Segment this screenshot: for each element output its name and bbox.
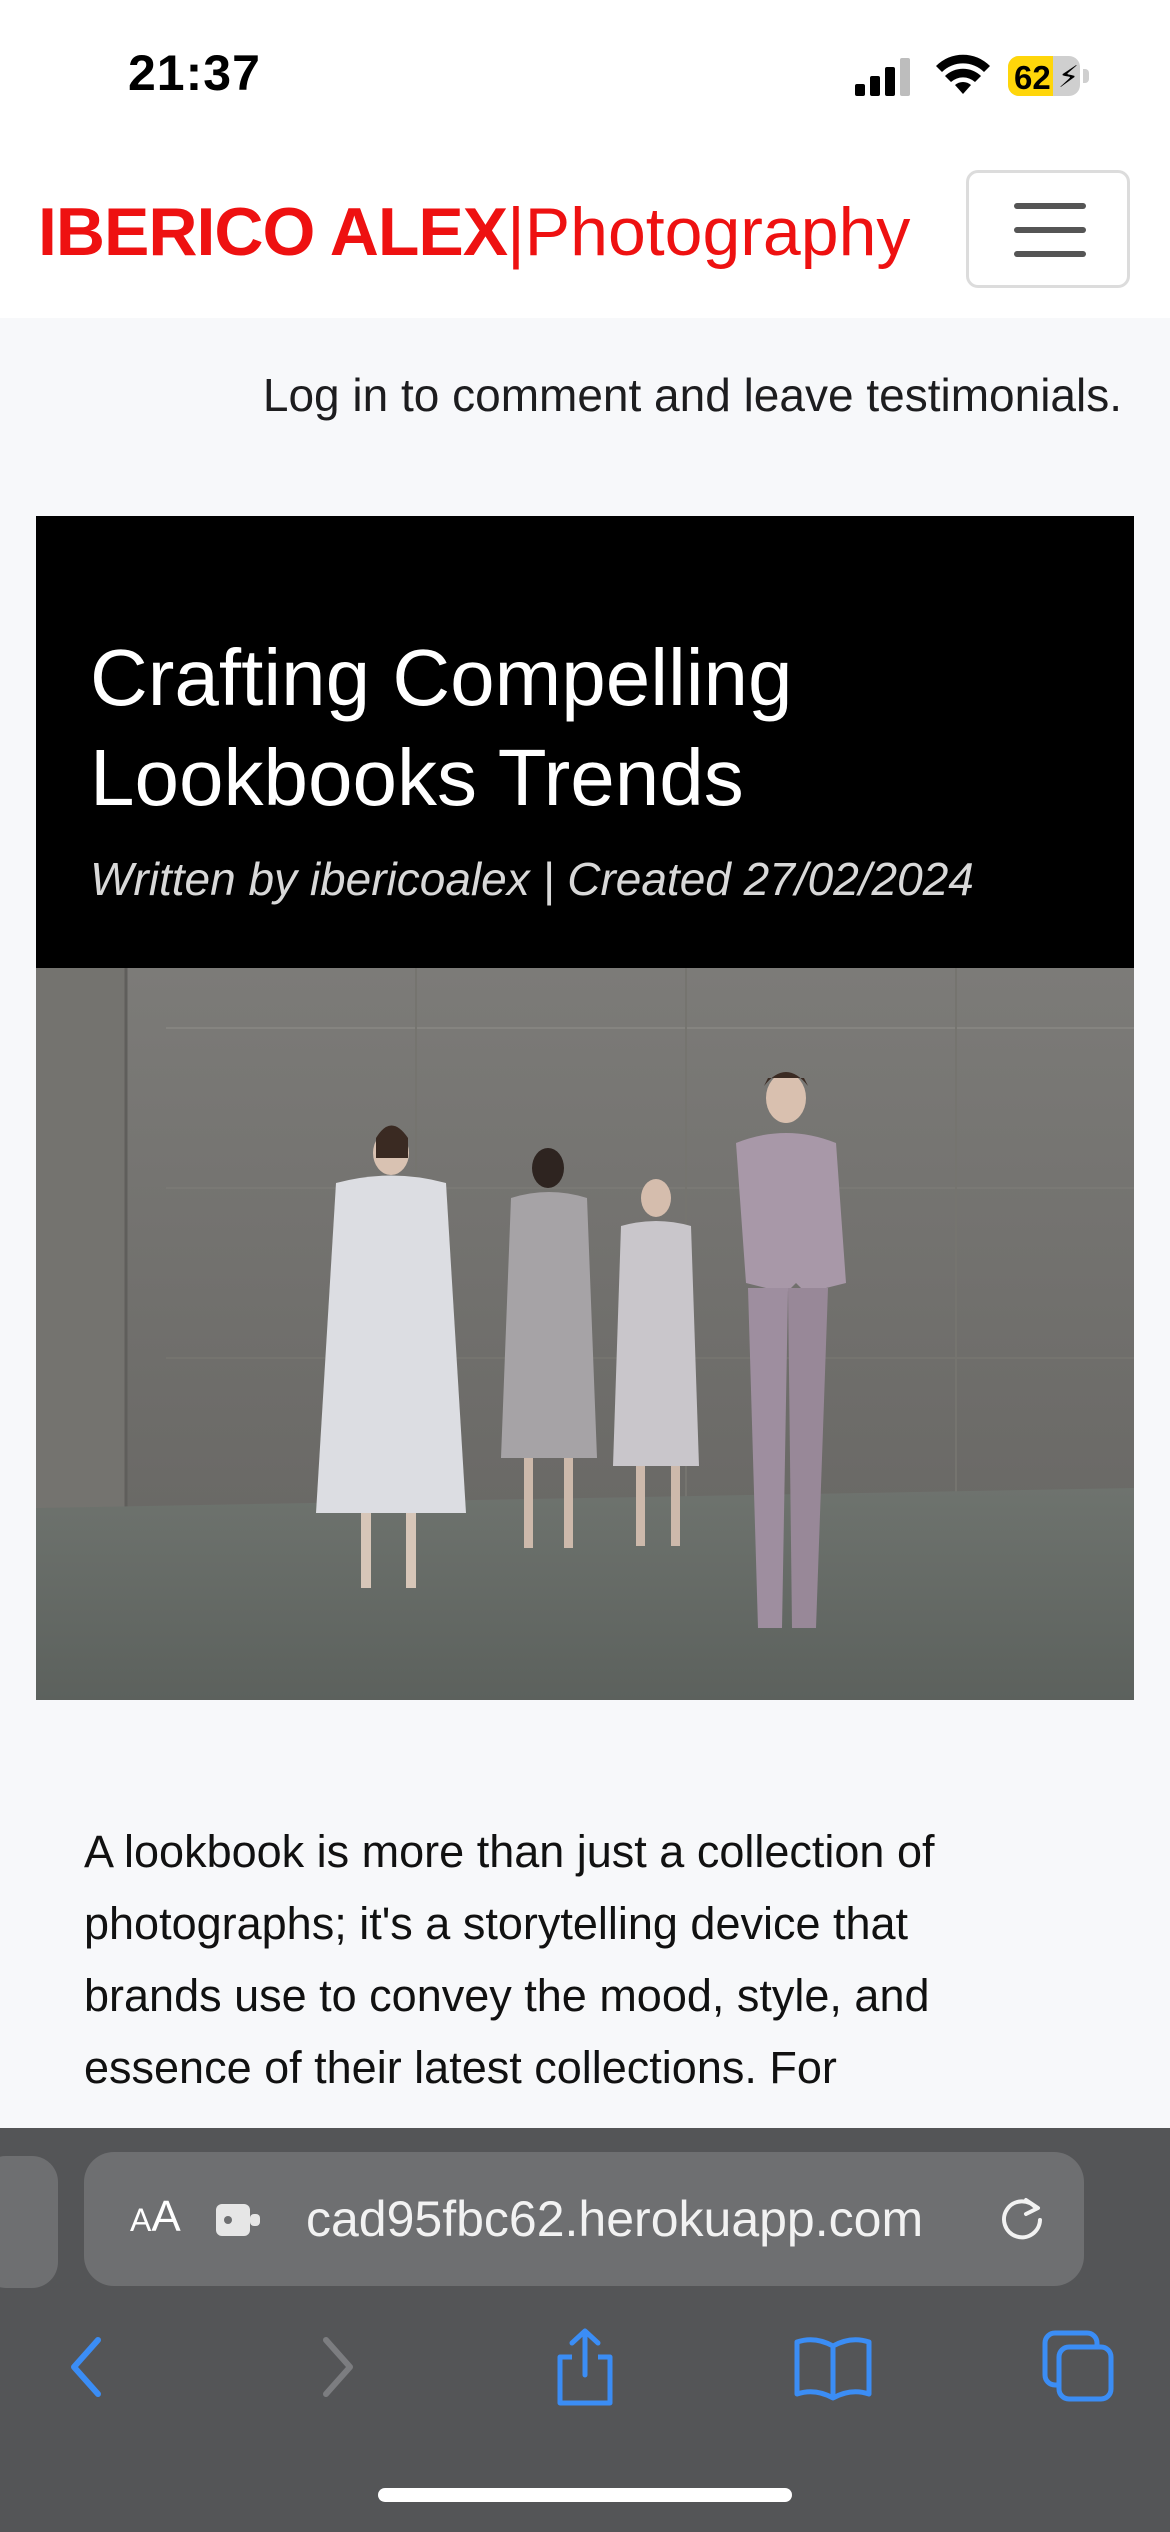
article-title: Crafting Compelling Lookbooks Trends	[90, 633, 793, 822]
status-bar: 21:37 62 ⚡	[0, 0, 1170, 150]
wifi-icon	[936, 54, 990, 94]
forward-button[interactable]	[292, 2322, 382, 2412]
article-meta: Written by ibericoalex | Created 27/02/2…	[90, 853, 974, 905]
back-button[interactable]	[42, 2322, 132, 2412]
brand-separator: |	[507, 194, 525, 270]
home-indicator	[378, 2488, 792, 2502]
chevron-right-icon	[323, 2337, 353, 2397]
article-hero-image	[36, 968, 1134, 1700]
url-text[interactable]: cad95fbc62.herokuapp.com	[306, 2190, 923, 2248]
article-header: Crafting Compelling Lookbooks Trends Wri…	[36, 516, 1134, 968]
reload-icon[interactable]	[996, 2192, 1048, 2244]
menu-toggle-button[interactable]	[966, 170, 1130, 288]
tabs-button[interactable]	[1034, 2322, 1124, 2412]
browser-toolbar: AA cad95fbc62.herokuapp.com	[0, 2128, 1170, 2532]
address-bar[interactable]: AA cad95fbc62.herokuapp.com	[84, 2152, 1084, 2286]
site-brand[interactable]: IBERICO ALEX|Photography	[38, 192, 910, 272]
battery-indicator: 62 ⚡	[1008, 56, 1089, 96]
site-navbar: IBERICO ALEX|Photography	[0, 150, 1170, 318]
cellular-signal-icon	[855, 58, 910, 96]
extension-icon[interactable]	[214, 2200, 264, 2240]
status-time: 21:37	[128, 45, 261, 101]
bookmarks-button[interactable]	[788, 2322, 878, 2412]
book-icon	[794, 2337, 872, 2401]
previous-tab-preview[interactable]	[0, 2156, 58, 2288]
login-prompt: Log in to comment and leave testimonials…	[262, 369, 1122, 421]
brand-name: IBERICO ALEX	[38, 194, 508, 270]
battery-percent: 62	[1014, 59, 1051, 96]
share-button[interactable]	[540, 2322, 630, 2412]
article-body: A lookbook is more than just a collectio…	[84, 1826, 935, 2093]
charging-bolt-icon: ⚡	[1058, 61, 1080, 94]
reader-settings-button[interactable]: AA	[130, 2192, 181, 2242]
brand-subtitle: Photography	[524, 194, 911, 270]
tabs-icon	[1042, 2330, 1114, 2402]
share-icon	[557, 2328, 613, 2406]
chevron-left-icon	[71, 2337, 101, 2397]
